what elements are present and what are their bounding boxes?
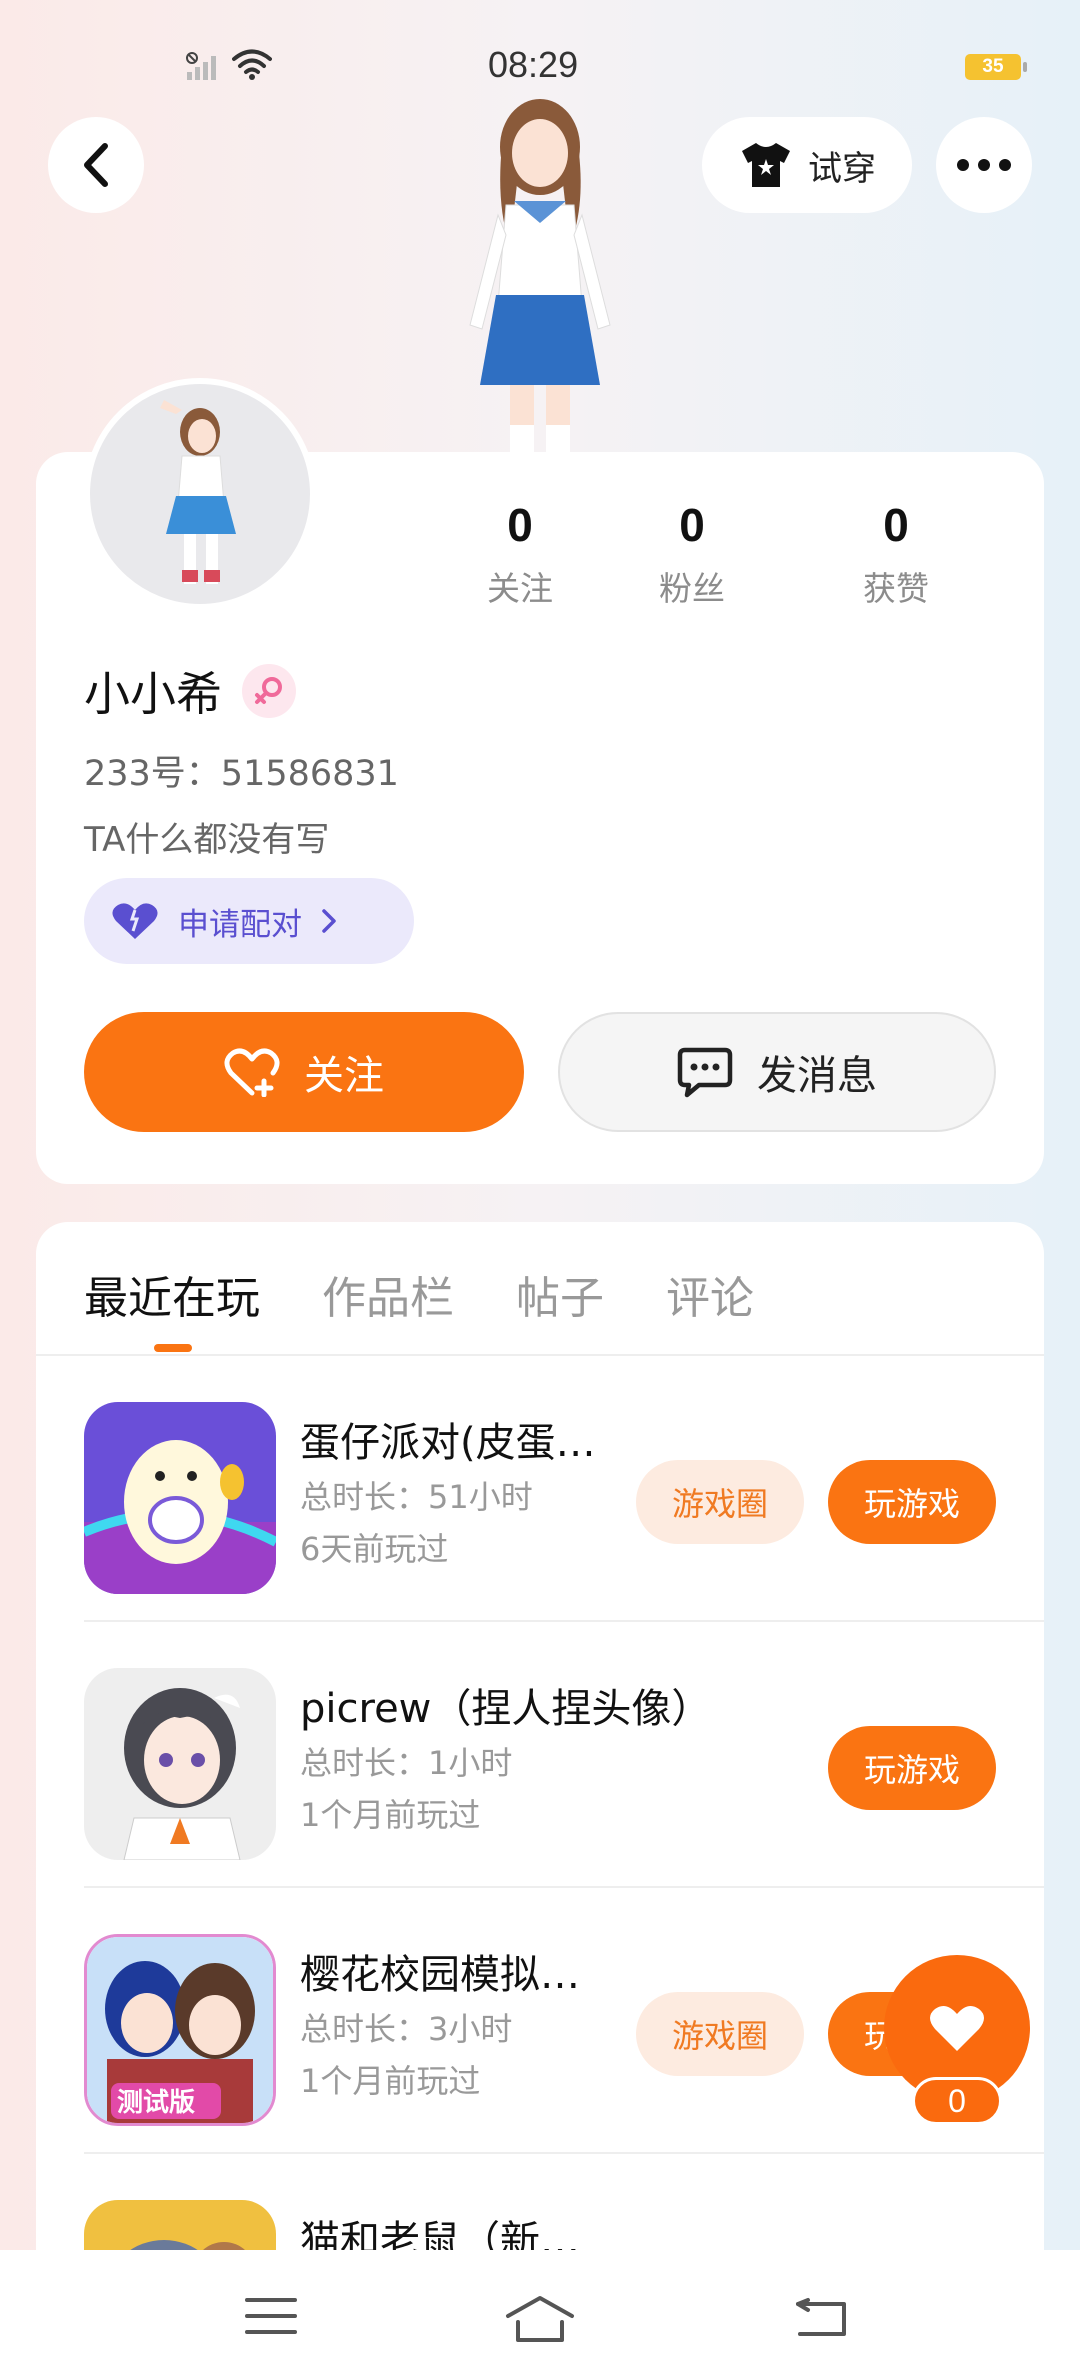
message-button[interactable]: 发消息 (558, 1012, 996, 1132)
request-pair-label: 申请配对 (178, 906, 302, 943)
status-bar: 08:29 35 (0, 40, 1080, 90)
stat-label: 获赞 (863, 569, 929, 608)
user-id: 233号：51586831 (84, 754, 399, 794)
stat-value: 0 (883, 499, 909, 551)
username: 小小希 (84, 667, 222, 721)
tab-works[interactable]: 作品栏 (322, 1262, 454, 1326)
tab-posts[interactable]: 帖子 (516, 1262, 604, 1326)
game-icon-picrew[interactable] (84, 1668, 276, 1860)
game-duration: 总时长：1小时 (300, 1744, 513, 1782)
avatar[interactable] (84, 378, 316, 610)
menu-icon[interactable] (244, 2294, 298, 2338)
stat-value: 0 (679, 499, 705, 551)
follow-label: 关注 (304, 1053, 384, 1099)
game-duration: 总时长：3小时 (300, 2010, 513, 2048)
game-row[interactable]: 蛋仔派对(皮蛋… 总时长：51小时 6天前玩过 游戏圈 玩游戏 (84, 1356, 1044, 1622)
game-circle-button[interactable]: 游戏圈 (636, 1460, 804, 1544)
game-title: picrew（捏人捏头像） (300, 1686, 712, 1732)
battery-icon: 35 (965, 54, 1027, 80)
heart-icon (112, 903, 158, 939)
back-button[interactable] (48, 117, 144, 213)
back-nav-icon[interactable] (794, 2294, 852, 2340)
test-version-badge: 测试版 (117, 2088, 195, 2118)
stat-likes[interactable]: 0 获赞 (794, 498, 998, 610)
user-bio: TA什么都没有写 (84, 820, 330, 860)
follow-button[interactable]: 关注 (84, 1012, 524, 1132)
tryon-button[interactable]: 试穿 (702, 117, 912, 213)
game-last-played: 1个月前玩过 (300, 2062, 481, 2100)
more-dots-icon (957, 159, 1011, 171)
chevron-right-icon (322, 909, 336, 933)
heart-icon (930, 2005, 984, 2051)
game-icon-sakura-school[interactable]: 测试版 (84, 1934, 276, 2126)
status-time: 08:29 (488, 44, 579, 85)
recent-games-card: 最近在玩 作品栏 帖子 评论 蛋仔派对(皮蛋… 总时长：51小时 6天前玩过 游… (36, 1222, 1044, 2272)
message-label: 发消息 (757, 1053, 877, 1099)
game-title: 樱花校园模拟… (300, 1952, 580, 1998)
shirt-icon (742, 143, 790, 187)
chevron-left-icon (84, 143, 108, 187)
request-pair-button[interactable]: 申请配对 (84, 878, 414, 964)
stat-followers[interactable]: 0 粉丝 (590, 498, 794, 610)
like-count: 0 (912, 2077, 1002, 2125)
stat-label: 粉丝 (659, 569, 725, 608)
home-icon[interactable] (504, 2294, 576, 2344)
tryon-label: 试穿 (808, 148, 876, 189)
profile-stats: 0 关注 0 粉丝 0 获赞 (450, 498, 1010, 610)
game-title: 蛋仔派对(皮蛋… (300, 1420, 596, 1466)
game-row[interactable]: picrew（捏人捏头像） 总时长：1小时 1个月前玩过 玩游戏 (84, 1622, 1044, 1888)
game-last-played: 1个月前玩过 (300, 1796, 481, 1834)
chat-bubble-icon (677, 1047, 733, 1098)
tab-indicator (154, 1344, 192, 1352)
avatar-character-image (469, 99, 611, 455)
stat-label: 关注 (487, 569, 553, 608)
stat-value: 0 (507, 499, 533, 551)
play-game-button[interactable]: 玩游戏 (828, 1460, 996, 1544)
username-row: 小小希 (84, 658, 296, 724)
game-circle-button[interactable]: 游戏圈 (636, 1992, 804, 2076)
game-duration: 总时长：51小时 (300, 1478, 533, 1516)
game-last-played: 6天前玩过 (300, 1530, 449, 1568)
more-button[interactable] (936, 117, 1032, 213)
wifi-icon (232, 49, 272, 80)
avatar-figure-image (160, 400, 236, 584)
signal-icon (186, 52, 216, 80)
tab-recently-played[interactable]: 最近在玩 (84, 1262, 260, 1326)
tab-bar: 最近在玩 作品栏 帖子 评论 (84, 1262, 754, 1326)
game-icon-eggy-party[interactable] (84, 1402, 276, 1594)
stat-following[interactable]: 0 关注 (450, 498, 590, 610)
female-icon (242, 664, 296, 718)
heart-plus-icon (224, 1048, 280, 1097)
play-game-button[interactable]: 玩游戏 (828, 1726, 996, 1810)
system-nav-bar (0, 2250, 1080, 2376)
tab-comments[interactable]: 评论 (666, 1262, 754, 1326)
